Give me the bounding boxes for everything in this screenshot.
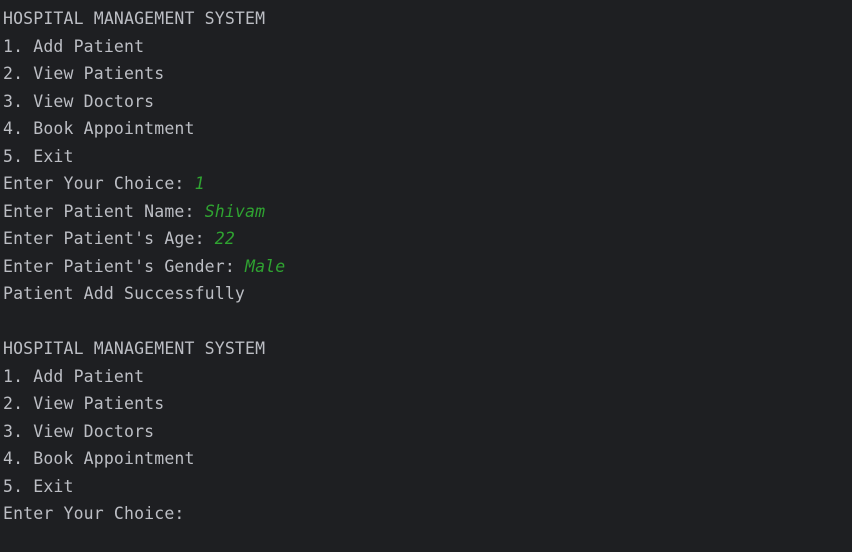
console-line: 2. View Patients xyxy=(3,60,852,88)
console-line: Enter Your Choice: 1 xyxy=(3,170,852,198)
console-line: 3. View Doctors xyxy=(3,418,852,446)
console-line: 4. Book Appointment xyxy=(3,445,852,473)
console-line: 1. Add Patient xyxy=(3,363,852,391)
console-line: 1. Add Patient xyxy=(3,33,852,61)
console-line: Enter Patient's Age: 22 xyxy=(3,225,852,253)
console-line: 4. Book Appointment xyxy=(3,115,852,143)
console-line: Patient Add Successfully xyxy=(3,280,852,308)
user-input: 1 xyxy=(194,174,205,193)
console-text: 5. Exit xyxy=(3,476,74,496)
console-line: Enter Patient's Gender: Male xyxy=(3,253,852,281)
console-text: Enter Your Choice: xyxy=(3,174,195,193)
console-line: HOSPITAL MANAGEMENT SYSTEM xyxy=(3,5,852,33)
console-line: 2. View Patients xyxy=(3,390,852,418)
console-line: 5. Exit xyxy=(3,143,852,171)
console-line: HOSPITAL MANAGEMENT SYSTEM xyxy=(3,335,852,363)
console-text: 5. Exit xyxy=(3,146,74,166)
console-line: 5. Exit xyxy=(3,473,852,501)
console-line: 3. View Doctors xyxy=(3,88,852,116)
console-input-line[interactable]: Enter Your Choice: xyxy=(3,500,852,528)
console-text: 4. Book Appointment xyxy=(3,449,195,468)
console-text: Enter Patient's Gender: xyxy=(3,256,246,276)
console-text: Enter Patient's Age: xyxy=(3,229,215,248)
console-text: Enter Your Choice: xyxy=(3,504,195,523)
console-output[interactable]: HOSPITAL MANAGEMENT SYSTEM 1. Add Patien… xyxy=(0,0,852,552)
console-text: 4. Book Appointment xyxy=(3,119,195,138)
console-text: HOSPITAL MANAGEMENT SYSTEM xyxy=(3,9,266,28)
console-text: Enter Patient Name: xyxy=(3,201,205,221)
user-input: Shivam xyxy=(204,201,266,221)
console-text: HOSPITAL MANAGEMENT SYSTEM xyxy=(3,339,266,358)
user-input: 22 xyxy=(214,229,235,248)
console-text: 3. View Doctors xyxy=(3,91,155,111)
console-text: 1. Add Patient xyxy=(3,36,145,56)
console-text: 3. View Doctors xyxy=(3,421,155,441)
console-line: Enter Patient Name: Shivam xyxy=(3,198,852,226)
user-input: Male xyxy=(245,256,286,276)
console-text: 2. View Patients xyxy=(3,64,165,83)
console-text: Patient Add Successfully xyxy=(3,284,246,303)
console-text: 2. View Patients xyxy=(3,394,165,413)
console-text: 1. Add Patient xyxy=(3,366,145,386)
